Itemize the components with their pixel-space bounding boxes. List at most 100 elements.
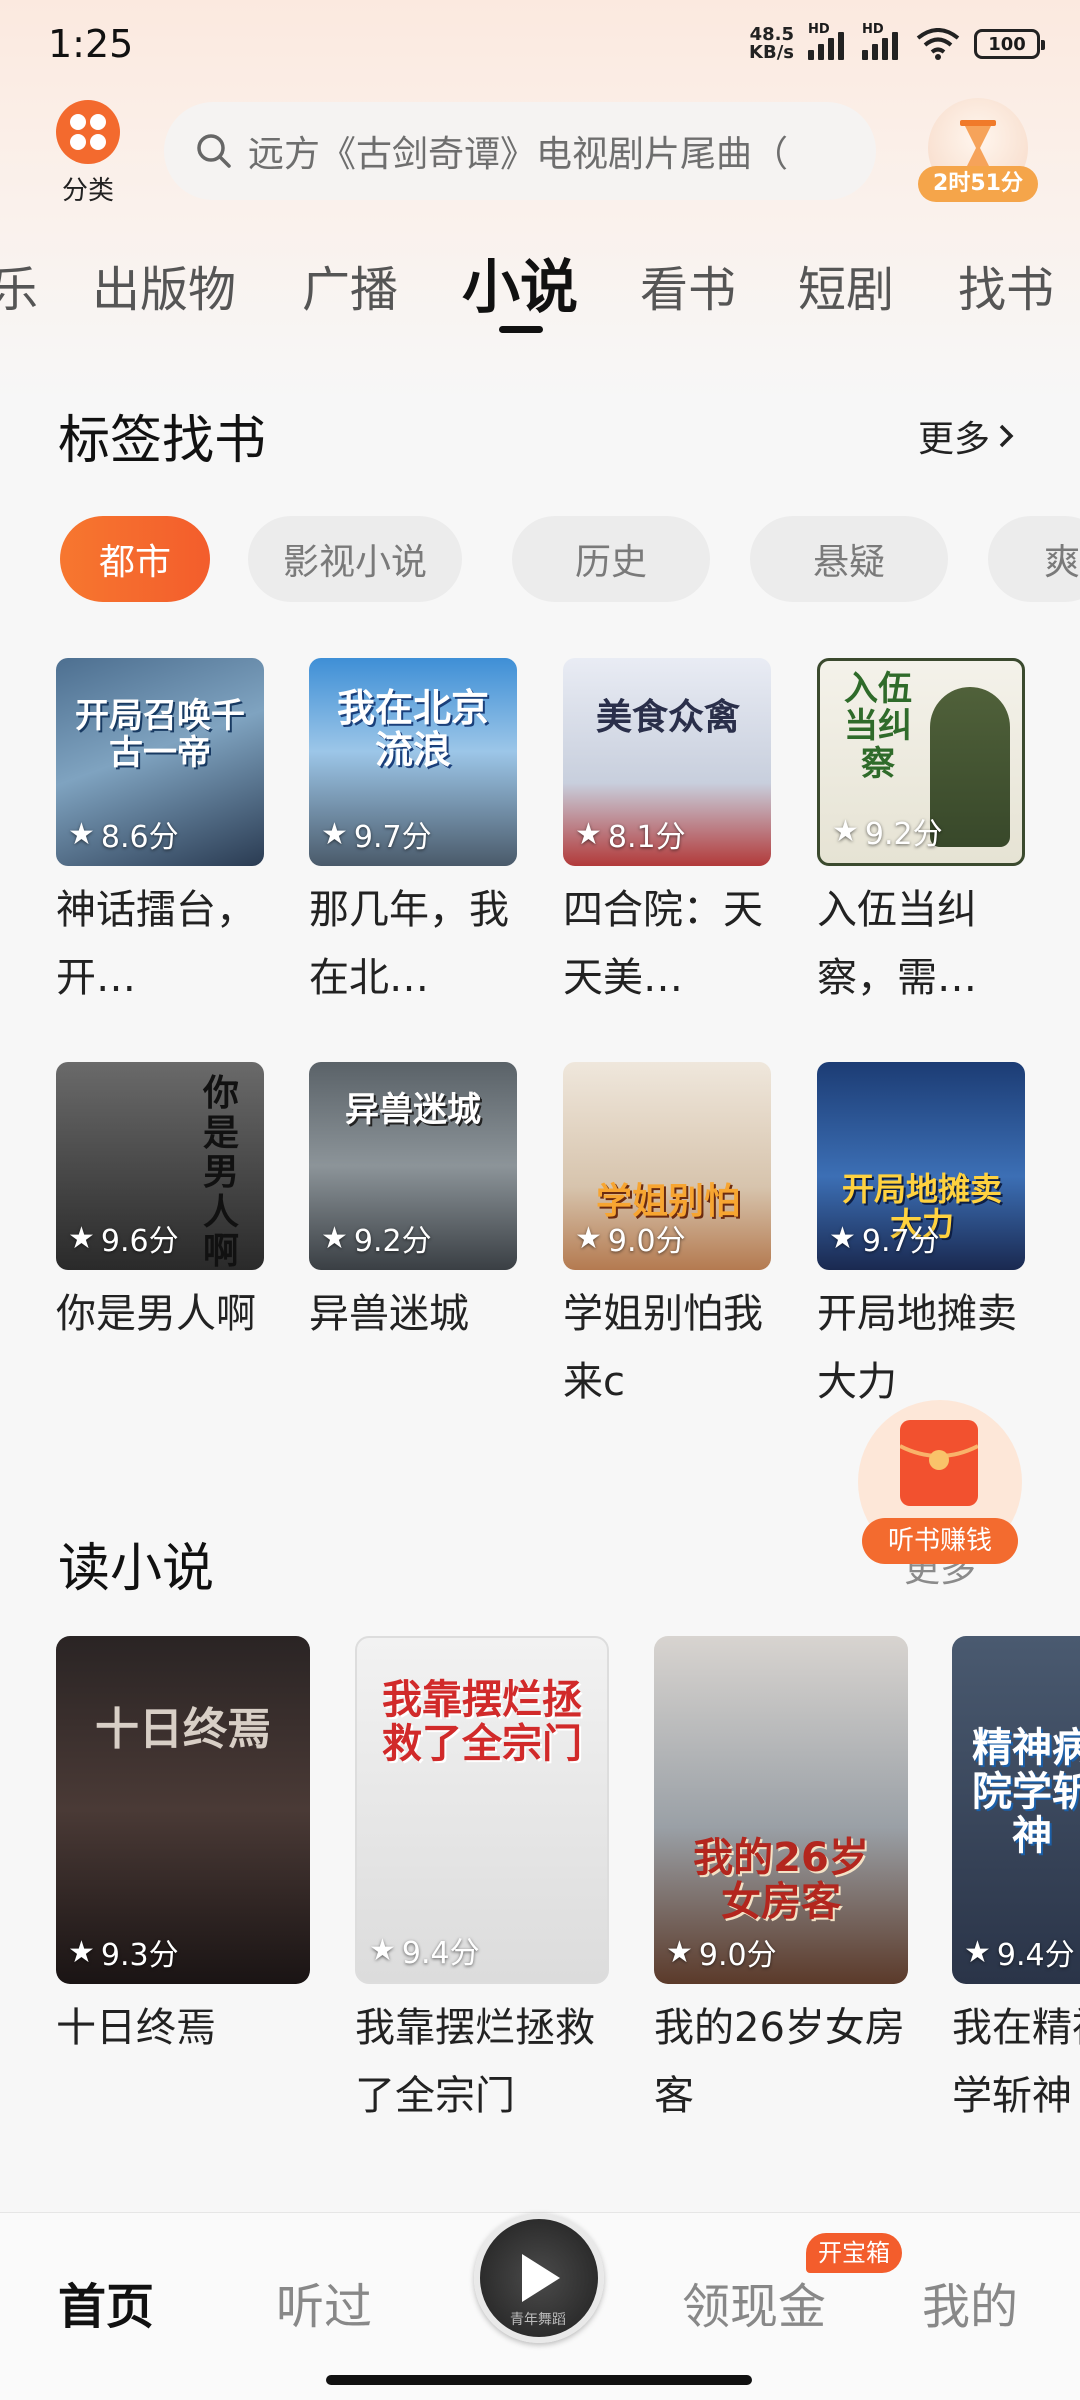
book-cover: 精神病院学斩神 ★ 9.4分 xyxy=(952,1636,1080,1984)
book-card[interactable]: 精神病院学斩神 ★9.4分 我在精神病院学斩神 xyxy=(952,1636,1080,2130)
book-card[interactable]: 开局召唤千古一帝 ★ 8.6分 神话擂台，开… xyxy=(56,658,266,1012)
category-label: 分类 xyxy=(61,176,114,206)
nav-profile[interactable]: 我的 xyxy=(922,2267,1018,2337)
book-title: 异兽迷城 xyxy=(309,1291,469,1337)
listen-earn-label: 听书赚钱 xyxy=(862,1518,1018,1564)
cover-text: 开局召唤千古一帝 xyxy=(75,696,245,774)
rating-value: 9.4分 xyxy=(401,1936,480,1971)
rating-value: 9.6分 xyxy=(100,1224,179,1259)
book-rating: ★ 9.2分 xyxy=(832,809,943,853)
nav-home[interactable]: 首页 xyxy=(58,2267,154,2337)
category-button[interactable]: 分类 xyxy=(50,100,126,207)
rating-value: 8.6分 xyxy=(100,820,179,855)
book-rating: ★ 9.3分 xyxy=(68,1930,179,1974)
signal-icon-2: HD xyxy=(862,22,902,60)
tag-section-title: 标签找书 xyxy=(58,411,267,471)
chip-film-novels[interactable]: 影视小说 xyxy=(248,516,462,602)
book-rating: ★ 9.4分 xyxy=(964,1930,1075,1974)
book-title: 我的26岁女房客 xyxy=(654,2005,905,2119)
book-title: 我靠摆烂拯救了全宗门 xyxy=(355,2005,595,2119)
book-cover: 十日终焉 ★ 9.3分 xyxy=(56,1636,310,1984)
category-tabs: 乐 出版物 广播 小说 看书 短剧 找书 xyxy=(0,240,1080,340)
book-rating: ★ 9.0分 xyxy=(575,1216,686,1260)
wifi-icon xyxy=(916,28,960,60)
book-cover: 学姐别怕 ★ 9.0分 xyxy=(563,1062,771,1270)
tab-find-books[interactable]: 找书 xyxy=(958,250,1054,320)
book-card[interactable]: 学姐别怕 ★ 9.0分 学姐别怕我来c xyxy=(563,1062,773,1416)
network-speed: 48.5 KB/s xyxy=(749,26,794,62)
cover-text: 你是男人啊 xyxy=(202,1073,239,1270)
book-rating: ★ 9.6分 xyxy=(68,1216,179,1260)
status-time: 1:25 xyxy=(48,22,134,66)
book-card[interactable]: 我的26岁女房客 ★ 9.0分 我的26岁女房客 xyxy=(654,1636,908,2130)
tab-novels[interactable]: 小说 xyxy=(462,240,578,324)
net-speed-unit: KB/s xyxy=(749,42,794,63)
book-title: 入伍当纠察，需… xyxy=(817,887,977,1001)
battery-level: 100 xyxy=(988,33,1026,55)
cover-text: 精神病院学斩神 xyxy=(972,1725,1080,1859)
search-icon xyxy=(197,134,231,168)
tag-more-link[interactable]: 更多 xyxy=(918,410,1016,462)
book-card[interactable]: 异兽迷城 ★ 9.2分 异兽迷城 xyxy=(309,1062,519,1348)
book-cover: 我在北京流浪 ★ 9.7分 xyxy=(309,658,517,866)
book-title: 学姐别怕我来c xyxy=(563,1291,763,1405)
book-card[interactable]: 美食众禽 ★ 8.1分 四合院：天天美… xyxy=(563,658,773,1012)
tab-radio[interactable]: 广播 xyxy=(302,250,398,320)
book-rating: ★ 8.1分 xyxy=(575,812,686,856)
battery-icon: 100 xyxy=(974,29,1045,59)
book-rating: ★ 9.7分 xyxy=(829,1216,940,1260)
rating-value: 9.7分 xyxy=(861,1224,940,1259)
nav-earn-cash[interactable]: 领现金 xyxy=(682,2267,826,2337)
chip-city[interactable]: 都市 xyxy=(60,516,210,602)
book-title: 十日终焉 xyxy=(56,2005,216,2051)
search-input[interactable]: 远方《古剑奇谭》电视剧片尾曲（ xyxy=(164,102,876,200)
book-title: 四合院：天天美… xyxy=(563,887,763,1001)
book-cover: 你是男人啊 ★ 9.6分 xyxy=(56,1062,264,1270)
rating-value: 9.2分 xyxy=(353,1224,432,1259)
book-cover: 开局地摊卖大力 ★ 9.7分 xyxy=(817,1062,1025,1270)
rating-value: 9.0分 xyxy=(607,1224,686,1259)
nav-history[interactable]: 听过 xyxy=(276,2267,372,2337)
chip-history[interactable]: 历史 xyxy=(512,516,710,602)
chip-cool[interactable]: 爽文 xyxy=(988,516,1080,602)
cover-text: 异兽迷城 xyxy=(345,1090,481,1130)
book-card[interactable]: 十日终焉 ★ 9.3分 十日终焉 xyxy=(56,1636,310,2062)
book-title: 开局地摊卖大力 xyxy=(817,1291,1017,1405)
book-card[interactable]: 入伍当纠察 ★ 9.2分 入伍当纠察，需… xyxy=(817,658,1027,1012)
book-cover: 美食众禽 ★ 8.1分 xyxy=(563,658,771,866)
book-card[interactable]: 开局地摊卖大力 ★ 9.7分 开局地摊卖大力 xyxy=(817,1062,1027,1416)
tab-publications[interactable]: 出版物 xyxy=(92,250,236,320)
book-rating: ★ 9.0分 xyxy=(666,1930,777,1974)
listening-timer-button[interactable]: 2时51分 xyxy=(918,98,1038,202)
book-title: 你是男人啊 xyxy=(56,1291,256,1337)
cover-text: 我靠摆烂拯救了全宗门 xyxy=(382,1677,582,1767)
book-cover: 异兽迷城 ★ 9.2分 xyxy=(309,1062,517,1270)
status-icons: 48.5 KB/s HD HD 100 xyxy=(749,22,1045,62)
signal-hd-label-2: HD xyxy=(862,22,884,37)
tab-read-books[interactable]: 看书 xyxy=(640,250,736,320)
grid-icon xyxy=(56,100,120,164)
book-title: 我在精神病院学斩神 xyxy=(952,2005,1080,2119)
bottom-navigation: 首页 听过 青年舞蹈 领现金 开宝箱 我的 xyxy=(0,2212,1080,2400)
chevron-right-icon xyxy=(999,424,1014,448)
red-packet-icon xyxy=(899,1420,979,1506)
rating-value: 9.2分 xyxy=(864,817,943,852)
book-cover: 我的26岁女房客 ★ 9.0分 xyxy=(654,1636,908,1984)
book-cover: 我靠摆烂拯救了全宗门 ★ 9.4分 xyxy=(355,1636,609,1984)
book-rating: ★ 8.6分 xyxy=(68,812,179,856)
listen-earn-button[interactable]: 听书赚钱 xyxy=(858,1400,1022,1570)
book-cover: 入伍当纠察 ★ 9.2分 xyxy=(817,658,1025,866)
treasure-badge: 开宝箱 xyxy=(806,2233,902,2273)
book-rating: ★ 9.2分 xyxy=(321,1216,432,1260)
book-card[interactable]: 我在北京流浪 ★ 9.7分 那几年，我在北… xyxy=(309,658,519,1012)
rating-value: 8.1分 xyxy=(607,820,686,855)
book-card[interactable]: 我靠摆烂拯救了全宗门 ★ 9.4分 我靠摆烂拯救了全宗门 xyxy=(355,1636,609,2130)
book-card[interactable]: 你是男人啊 ★ 9.6分 你是男人啊 xyxy=(56,1062,266,1348)
play-icon xyxy=(522,2254,560,2302)
rating-value: 9.3分 xyxy=(100,1938,179,1973)
chip-suspense[interactable]: 悬疑 xyxy=(750,516,948,602)
book-title: 神话擂台，开… xyxy=(56,887,256,1001)
tab-music[interactable]: 乐 xyxy=(0,250,38,320)
tab-short-drama[interactable]: 短剧 xyxy=(798,250,894,320)
book-title: 那几年，我在北… xyxy=(309,887,509,1001)
